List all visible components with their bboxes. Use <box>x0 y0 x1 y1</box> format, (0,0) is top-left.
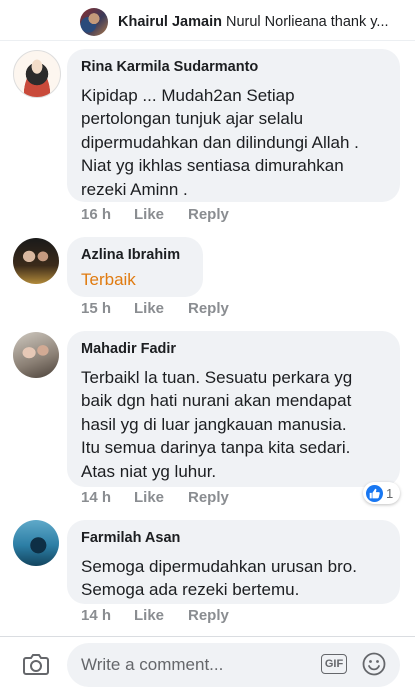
reply-avatar[interactable] <box>80 8 108 36</box>
avatar[interactable] <box>13 520 59 566</box>
comment-author[interactable]: Rina Karmila Sudarmanto <box>81 59 258 75</box>
emoji-icon[interactable] <box>362 652 386 676</box>
comment-time[interactable]: 16 h <box>81 206 111 223</box>
reply-preview-line: Khairul Jamain Nurul Norlieana thank y..… <box>118 14 389 30</box>
comment-time[interactable]: 14 h <box>81 489 111 506</box>
camera-icon[interactable] <box>22 651 50 677</box>
reply-button[interactable]: Reply <box>188 300 229 317</box>
like-button[interactable]: Like <box>134 300 164 317</box>
comment-time[interactable]: 14 h <box>81 607 111 624</box>
comment-input[interactable]: Write a comment... GIF <box>67 643 400 687</box>
reaction-count: 1 <box>386 485 394 501</box>
like-button[interactable]: Like <box>134 489 164 506</box>
divider <box>0 40 415 41</box>
comment-input-placeholder[interactable]: Write a comment... <box>81 655 223 675</box>
comment-bubble[interactable]: Mahadir Fadir Terbaikl la tuan. Sesuatu … <box>67 331 400 487</box>
reaction-summary[interactable]: 1 <box>363 482 401 504</box>
composer-divider <box>0 636 415 637</box>
reply-button[interactable]: Reply <box>188 607 229 624</box>
avatar[interactable] <box>13 238 59 284</box>
comment-author[interactable]: Mahadir Fadir <box>81 341 176 357</box>
comment-author[interactable]: Azlina Ibrahim <box>81 247 180 263</box>
avatar[interactable] <box>13 50 61 98</box>
comment-author[interactable]: Farmilah Asan <box>81 530 180 546</box>
comment-bubble[interactable]: Rina Karmila Sudarmanto Kipidap ... Muda… <box>67 49 400 202</box>
comment-text: Semoga dipermudahkan urusan bro. Semoga … <box>81 557 357 600</box>
avatar[interactable] <box>13 332 59 378</box>
reply-author[interactable]: Khairul Jamain <box>118 14 222 30</box>
comment-text: Terbaikl la tuan. Sesuatu perkara yg bai… <box>81 368 353 481</box>
reply-button[interactable]: Reply <box>188 206 229 223</box>
like-button[interactable]: Like <box>134 206 164 223</box>
comment-bubble[interactable]: Farmilah Asan Semoga dipermudahkan urusa… <box>67 520 400 604</box>
like-button[interactable]: Like <box>134 607 164 624</box>
reply-text: Nurul Norlieana thank y... <box>225 14 389 30</box>
reply-preview[interactable]: Khairul Jamain Nurul Norlieana thank y..… <box>80 6 410 40</box>
comment-text: Kipidap ... Mudah2an Setiap pertolongan … <box>81 86 359 199</box>
comment-bubble[interactable]: Azlina Ibrahim Terbaik <box>67 237 203 297</box>
comment-time[interactable]: 15 h <box>81 300 111 317</box>
reply-button[interactable]: Reply <box>188 489 229 506</box>
like-reaction-icon <box>366 484 383 502</box>
gif-icon[interactable]: GIF <box>321 654 347 674</box>
comment-text: Terbaik <box>81 270 136 289</box>
